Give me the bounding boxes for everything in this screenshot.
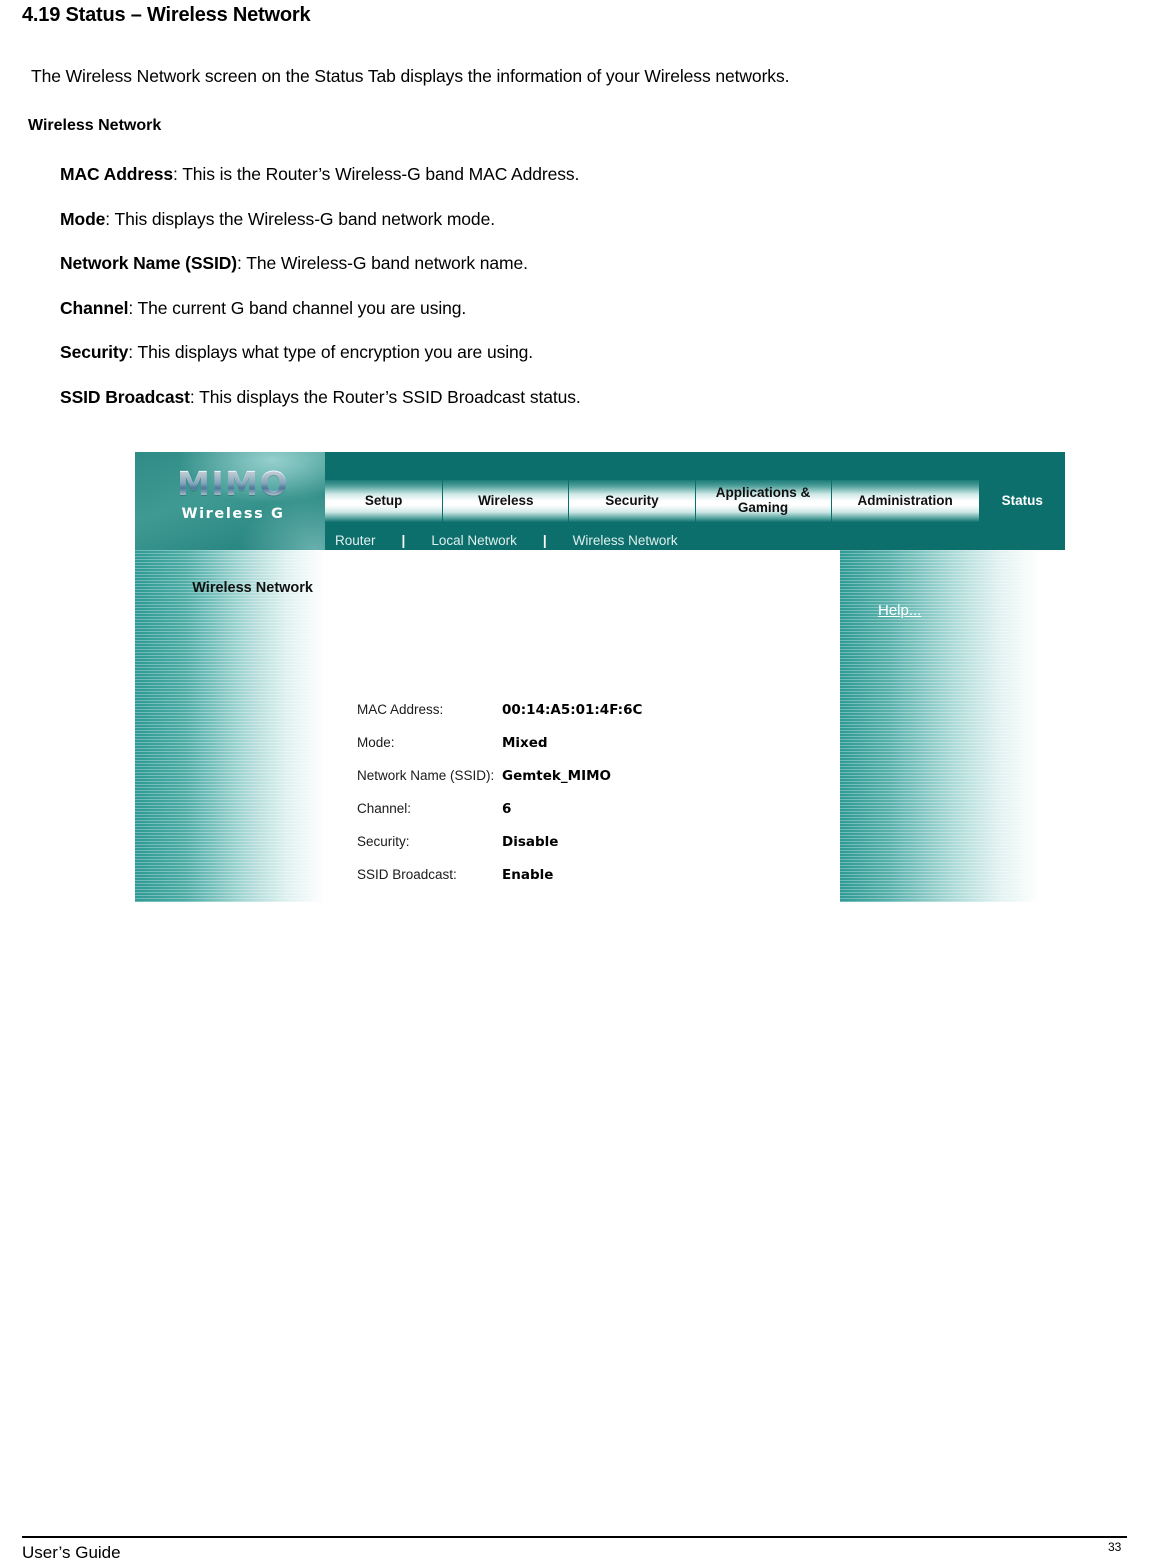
page-number: 33 xyxy=(1108,1540,1122,1554)
definition-item: Security: This displays what type of enc… xyxy=(60,342,1060,363)
tab-wireless[interactable]: Wireless xyxy=(443,480,570,522)
definition-item: Channel: The current G band channel you … xyxy=(60,298,1060,319)
definition-text: : This is the Router’s Wireless-G band M… xyxy=(173,164,580,184)
tab-applications-gaming[interactable]: Applications & Gaming xyxy=(695,480,832,522)
field-label: Security: xyxy=(357,834,410,849)
definition-term: MAC Address xyxy=(60,164,173,184)
router-ui-screenshot: MIMO Wireless G Setup Wireless Security … xyxy=(135,452,1065,902)
subtab-router[interactable]: Router xyxy=(331,533,380,548)
definition-text: : This displays the Router’s SSID Broadc… xyxy=(189,386,581,407)
definition-text: : The current G band channel you are usi… xyxy=(128,297,467,318)
definition-item: MAC Address: This is the Router’s Wirele… xyxy=(60,164,1060,185)
field-label: Mode: xyxy=(357,735,395,750)
definition-term: SSID Broadcast xyxy=(60,386,190,407)
definition-term: Channel xyxy=(60,297,129,318)
page-title: 4.19 Status – Wireless Network xyxy=(22,4,311,26)
field-value: 6 xyxy=(502,801,512,817)
tab-status-label: Status xyxy=(1001,492,1043,508)
mimo-logo: MIMO xyxy=(153,464,313,503)
tab-apps-label-line1: Applications & xyxy=(715,485,811,501)
field-label: Channel: xyxy=(357,801,412,816)
left-side-panel: Wireless Network xyxy=(135,550,325,902)
subtab-separator: | xyxy=(401,532,406,548)
field-label: Network Name (SSID): xyxy=(357,768,495,783)
definition-term: Mode xyxy=(60,208,106,229)
field-row: Channel: 6 xyxy=(357,801,642,817)
field-value: 00:14:A5:01:4F:6C xyxy=(502,702,643,718)
tab-status[interactable]: Status xyxy=(980,480,1065,522)
definition-item: SSID Broadcast: This displays the Router… xyxy=(60,387,1060,408)
intro-paragraph: The Wireless Network screen on the Statu… xyxy=(31,66,790,86)
field-row: Network Name (SSID): Gemtek_MIMO xyxy=(357,768,642,784)
tab-wireless-label: Wireless xyxy=(478,492,534,508)
main-tab-bar: Setup Wireless Security Applications & G… xyxy=(325,480,1065,522)
tab-setup[interactable]: Setup xyxy=(325,480,444,522)
field-label: SSID Broadcast: xyxy=(357,867,457,882)
tab-administration[interactable]: Administration xyxy=(831,480,980,522)
section-subheading: Wireless Network xyxy=(28,117,162,134)
router-body: Wireless Network MAC Address: 00:14:A5:0… xyxy=(135,550,1040,902)
definition-term: Security xyxy=(60,342,129,362)
tab-apps-label-line2: Gaming xyxy=(737,500,789,515)
brand-logo-panel: MIMO Wireless G xyxy=(135,452,325,550)
definition-item: Network Name (SSID): The Wireless-G band… xyxy=(60,253,1060,274)
sub-tab-bar: Router | Local Network | Wireless Networ… xyxy=(331,530,682,550)
field-row: Mode: Mixed xyxy=(357,735,642,751)
definition-item: Mode: This displays the Wireless-G band … xyxy=(60,209,1060,230)
field-row: MAC Address: 00:14:A5:01:4F:6C xyxy=(357,702,642,718)
definition-term: Network Name (SSID) xyxy=(60,253,238,273)
subtab-separator: | xyxy=(542,532,547,548)
logo-tagline: Wireless G xyxy=(181,506,285,522)
status-field-list: MAC Address: 00:14:A5:01:4F:6C Mode: Mix… xyxy=(357,702,642,900)
definition-text: : This displays what type of encryption … xyxy=(128,342,534,362)
definition-text: : The Wireless-G band network name. xyxy=(237,253,528,273)
field-label: MAC Address: xyxy=(357,702,444,717)
router-header: MIMO Wireless G Setup Wireless Security … xyxy=(135,452,1065,550)
tab-setup-label: Setup xyxy=(364,492,403,508)
section-title: Wireless Network xyxy=(192,580,313,596)
field-value: Disable xyxy=(502,834,559,850)
footer-label: User’s Guide xyxy=(22,1543,121,1562)
field-row: SSID Broadcast: Enable xyxy=(357,867,642,883)
definition-list: MAC Address: This is the Router’s Wirele… xyxy=(60,164,1060,431)
help-link[interactable]: Help... xyxy=(878,602,921,619)
tab-security-label: Security xyxy=(605,492,659,508)
field-value: Gemtek_MIMO xyxy=(502,768,612,784)
field-row: Security: Disable xyxy=(357,834,642,850)
field-value: Enable xyxy=(502,867,554,883)
subtab-local-network[interactable]: Local Network xyxy=(427,533,521,548)
tab-administration-label: Administration xyxy=(857,492,953,508)
right-help-panel: Help... xyxy=(840,550,1040,902)
definition-text: : This displays the Wireless-G band netw… xyxy=(105,208,495,229)
field-value: Mixed xyxy=(502,735,548,751)
subtab-wireless-network[interactable]: Wireless Network xyxy=(569,533,682,548)
footer-divider xyxy=(22,1536,1127,1538)
tab-security[interactable]: Security xyxy=(569,480,696,522)
